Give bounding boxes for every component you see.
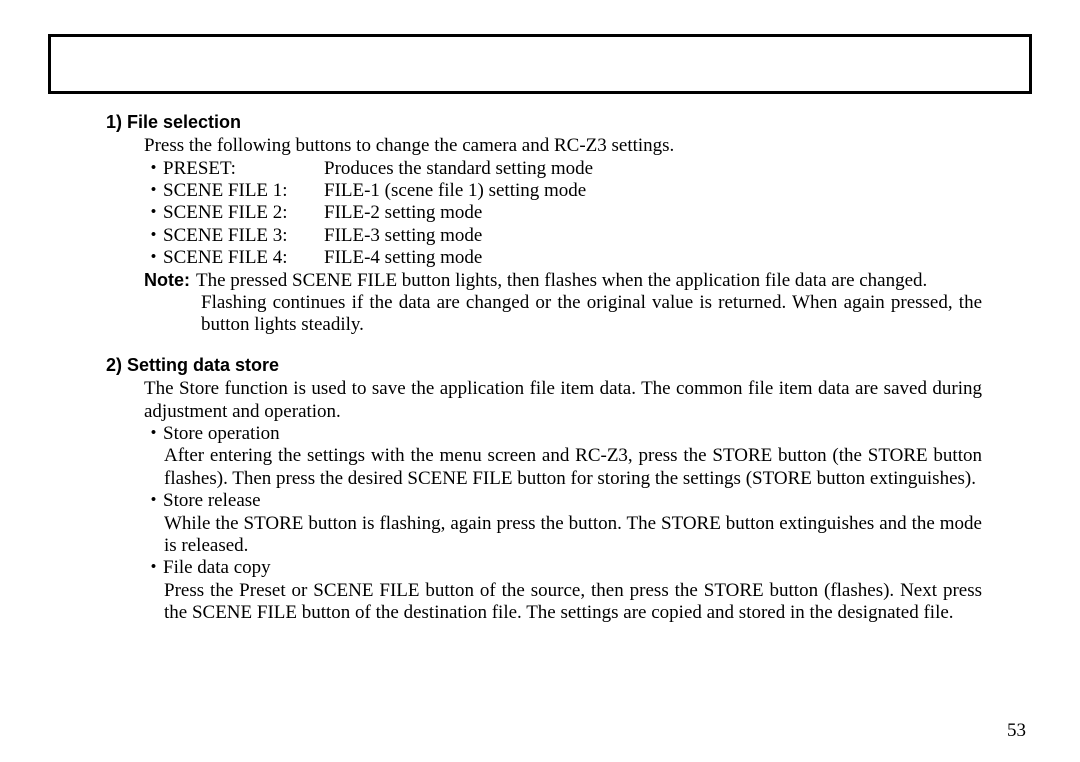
section-gap: [106, 337, 982, 355]
note-label: Note:: [144, 270, 196, 292]
section1-heading: 1) File selection: [106, 112, 982, 133]
note-line1: The pressed SCENE FILE button lights, th…: [196, 270, 982, 292]
sub-item: ・Store operation After entering the sett…: [144, 423, 982, 490]
list-item-label: ・SCENE FILE 4:: [144, 247, 324, 269]
sub-item-body: After entering the settings with the men…: [144, 445, 982, 490]
list-item-label: ・SCENE FILE 1:: [144, 180, 324, 202]
list-item-desc: FILE-1 (scene file 1) setting mode: [324, 180, 982, 202]
top-banner-box: [48, 34, 1032, 94]
list-item-label: ・SCENE FILE 3:: [144, 225, 324, 247]
sub-item: ・Store release While the STORE button is…: [144, 490, 982, 557]
section1-intro: Press the following buttons to change th…: [144, 135, 982, 157]
sub-item-label: ・File data copy: [144, 557, 982, 579]
note-row: Note: The pressed SCENE FILE button ligh…: [144, 270, 982, 292]
sub-item-label: ・Store release: [144, 490, 982, 512]
list-item-desc: FILE-3 setting mode: [324, 225, 982, 247]
list-item-desc: FILE-4 setting mode: [324, 247, 982, 269]
list-item-label: ・PRESET:: [144, 158, 324, 180]
sub-item-body: While the STORE button is flashing, agai…: [144, 513, 982, 558]
section2-intro: The Store function is used to save the a…: [144, 378, 982, 423]
note-line2: Flashing continues if the data are chang…: [144, 292, 982, 337]
content-area: 1) File selection Press the following bu…: [48, 112, 1032, 625]
sub-item: ・File data copy Press the Preset or SCEN…: [144, 557, 982, 624]
section2-body: The Store function is used to save the a…: [106, 378, 982, 624]
sub-item-body: Press the Preset or SCENE FILE button of…: [144, 580, 982, 625]
list-item-desc: FILE-2 setting mode: [324, 202, 982, 224]
section2-heading: 2) Setting data store: [106, 355, 982, 376]
list-item-desc: Produces the standard setting mode: [324, 158, 982, 180]
sub-item-label: ・Store operation: [144, 423, 982, 445]
section1-body: Press the following buttons to change th…: [106, 135, 982, 337]
section1-definition-list: ・PRESET: Produces the standard setting m…: [144, 158, 982, 270]
list-item-label: ・SCENE FILE 2:: [144, 202, 324, 224]
page: 1) File selection Press the following bu…: [0, 0, 1080, 762]
page-number: 53: [1007, 720, 1026, 742]
